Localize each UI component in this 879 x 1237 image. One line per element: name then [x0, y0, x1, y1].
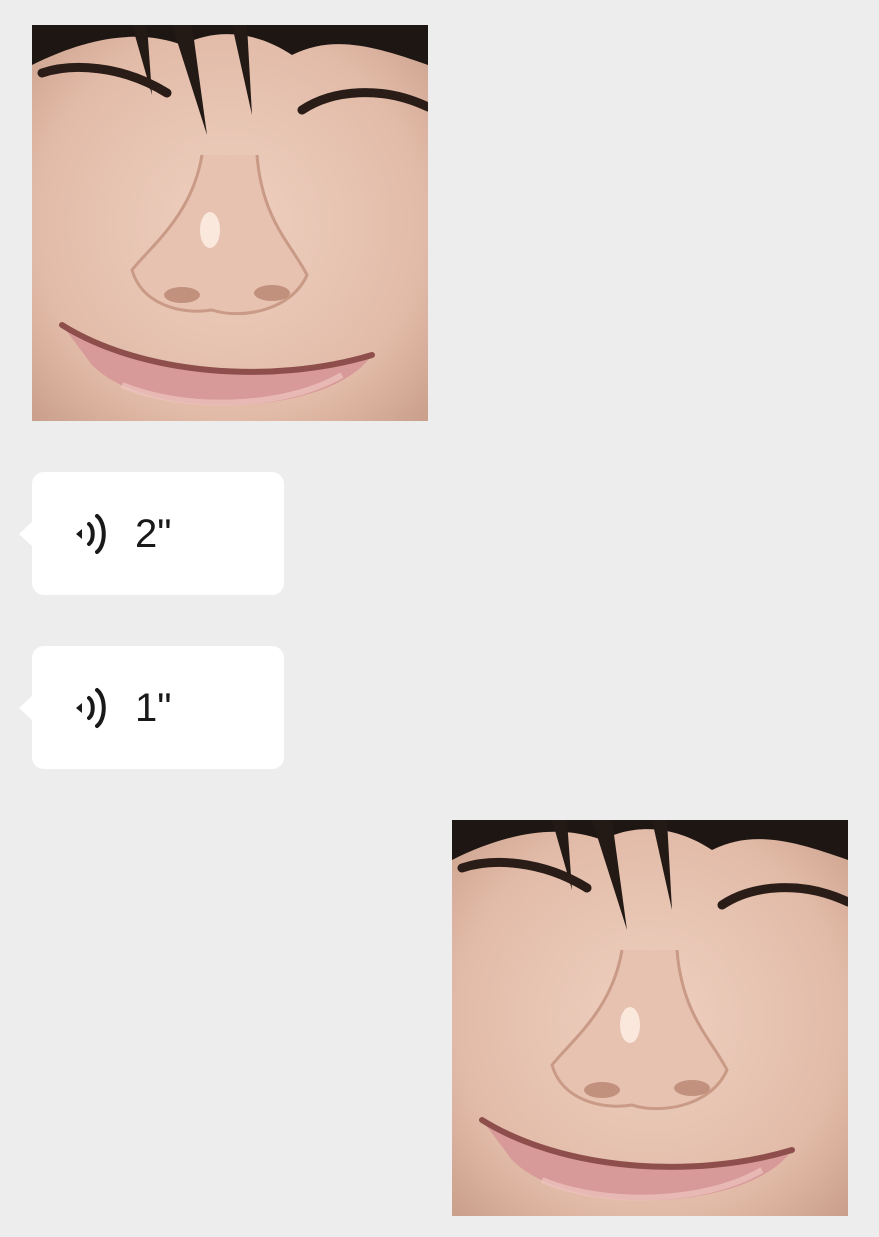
voice-duration: 2"	[135, 512, 172, 556]
voice-duration: 1"	[135, 686, 172, 730]
voice-wave-icon	[76, 688, 106, 728]
voice-message-bubble[interactable]: 2"	[19, 472, 284, 595]
image-message-received[interactable]	[32, 25, 428, 421]
voice-wave-icon	[76, 514, 106, 554]
photo-smiling-face	[32, 25, 428, 421]
voice-message-bubble[interactable]: 1"	[19, 646, 284, 769]
chat-message-list: 2" 1"	[0, 0, 879, 1237]
image-message-sent[interactable]	[452, 820, 848, 1216]
photo-smiling-face	[452, 820, 848, 1216]
